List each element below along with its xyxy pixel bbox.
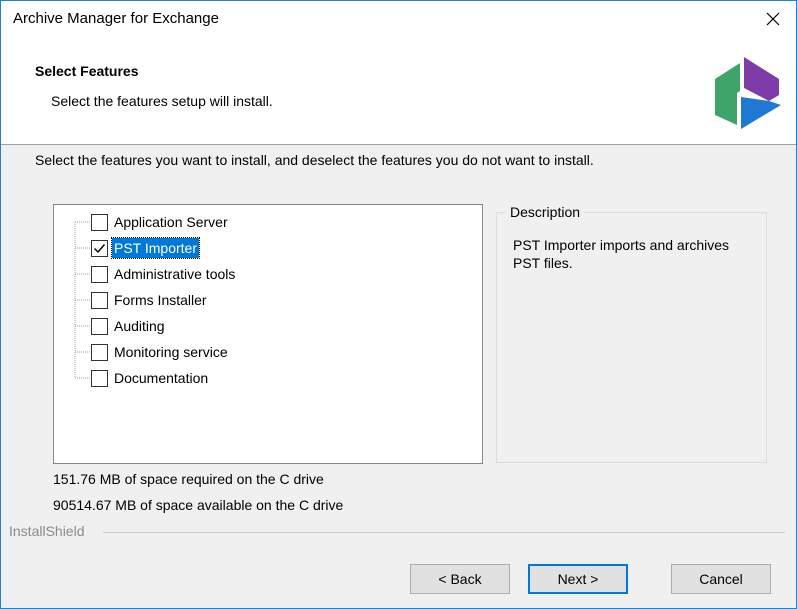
feature-item[interactable]: PST Importer [91,237,200,259]
installshield-label: InstallShield [9,523,85,539]
next-button[interactable]: Next > [528,564,628,594]
cancel-button[interactable]: Cancel [671,564,771,594]
feature-checkbox[interactable] [91,343,108,361]
feature-item[interactable]: Auditing [91,315,167,337]
feature-label[interactable]: Auditing [112,316,167,336]
checkmark-icon [94,243,106,253]
page-title: Select Features [35,63,139,79]
description-legend: Description [506,204,585,220]
page-subtitle: Select the features setup will install. [51,93,273,109]
feature-checkbox[interactable] [91,265,108,283]
space-available-text: 90514.67 MB of space available on the C … [53,497,344,513]
feature-item[interactable]: Application Server [91,211,230,233]
feature-tree[interactable]: Application Server PST Importer Administra… [53,204,483,464]
feature-checkbox[interactable] [91,291,108,309]
feature-label[interactable]: Monitoring service [112,342,230,362]
title-bar: Archive Manager for Exchange [1,1,796,36]
feature-label[interactable]: Documentation [112,368,210,388]
tree-connector-lines [74,221,91,379]
feature-item[interactable]: Monitoring service [91,341,230,363]
feature-checkbox[interactable] [91,213,108,231]
footer-divider [103,532,785,533]
feature-checkbox[interactable] [91,317,108,335]
close-button[interactable] [750,1,796,36]
window-title: Archive Manager for Exchange [13,10,219,27]
back-button[interactable]: < Back [410,564,510,594]
installer-window: Archive Manager for Exchange Select Feat… [0,0,797,609]
feature-item[interactable]: Forms Installer [91,289,209,311]
feature-label[interactable]: PST Importer [111,237,200,259]
feature-label[interactable]: Application Server [112,212,230,232]
feature-checkbox[interactable] [91,239,108,257]
close-icon [766,12,780,25]
space-required-text: 151.76 MB of space required on the C dri… [53,471,324,487]
feature-label[interactable]: Administrative tools [112,264,237,284]
cancel-button-label: Cancel [699,571,743,587]
description-text: PST Importer imports and archives PST fi… [513,237,730,271]
product-logo-icon [715,57,781,129]
feature-item[interactable]: Documentation [91,367,210,389]
feature-item[interactable]: Administrative tools [91,263,237,285]
feature-checkbox[interactable] [91,369,108,387]
feature-label[interactable]: Forms Installer [112,290,209,310]
back-button-label: < Back [438,571,482,587]
wizard-header: Select Features Select the features setu… [1,36,796,145]
instruction-text: Select the features you want to install,… [35,152,594,168]
next-button-label: Next > [557,571,599,587]
